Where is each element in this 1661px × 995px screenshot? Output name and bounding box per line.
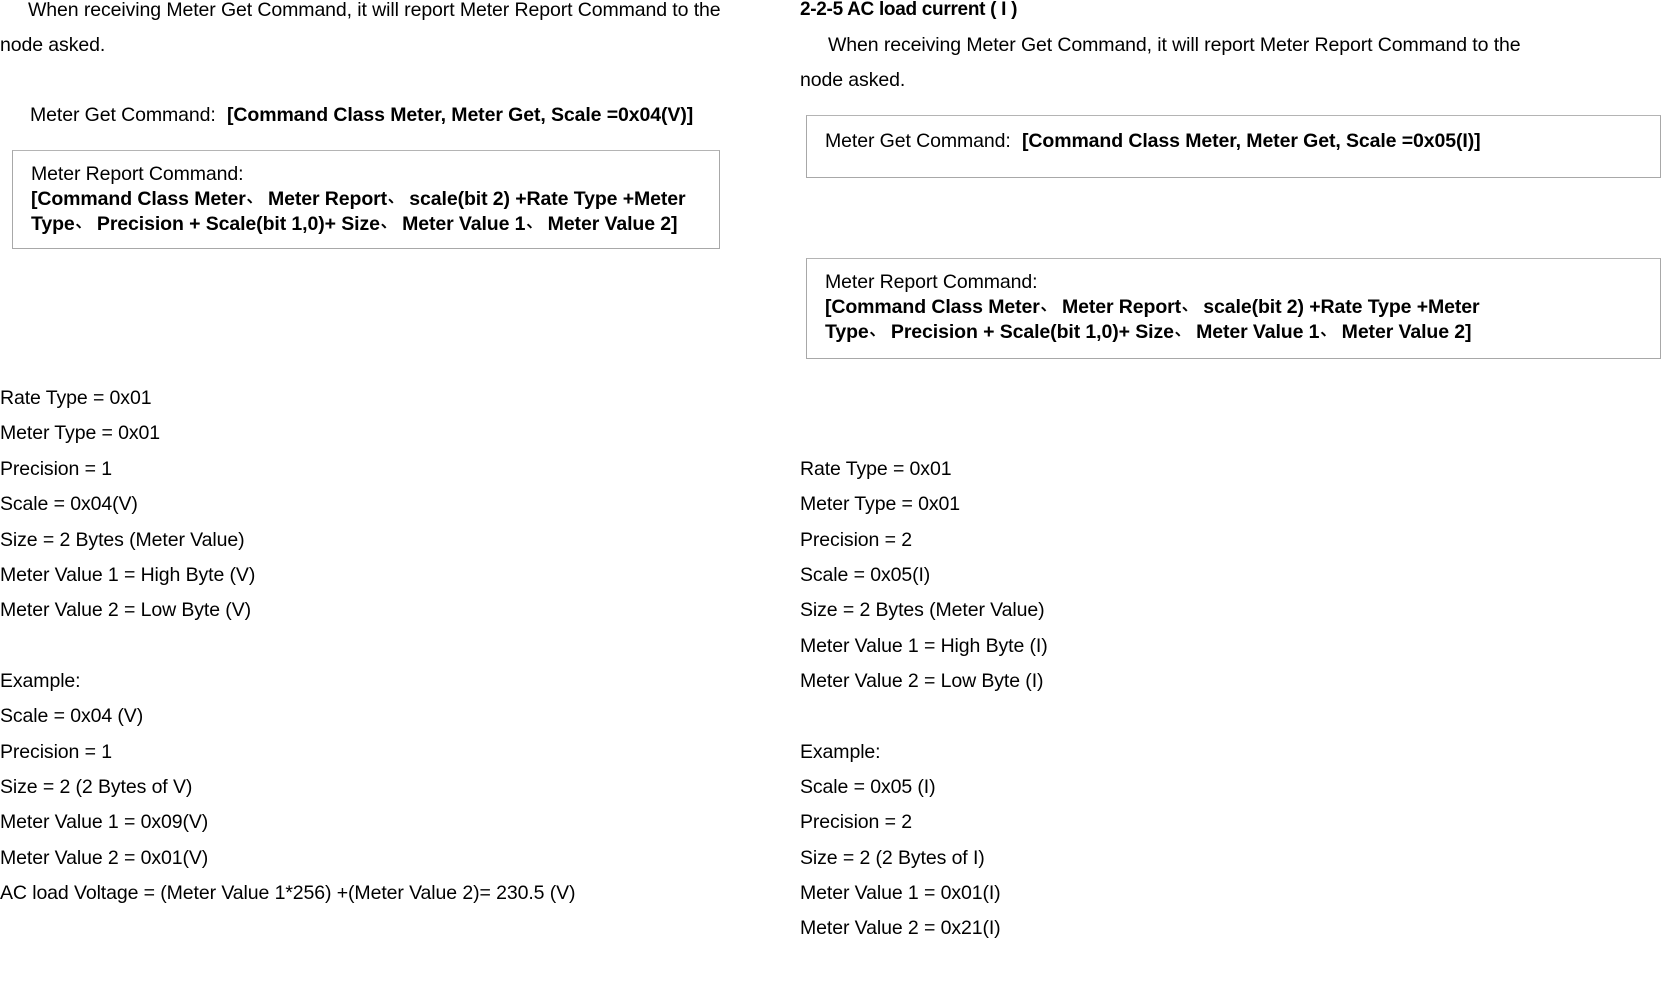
- right-param-0: Rate Type = 0x01: [800, 458, 952, 480]
- right-meter-get-box-text: Meter Get Command: [Command Class Meter,…: [825, 129, 1481, 154]
- right-meter-get-box: Meter Get Command: [Command Class Meter,…: [806, 115, 1661, 178]
- rmr-comma-2: 、: [1182, 295, 1197, 314]
- left-example-row-0: Scale = 0x04 (V): [0, 705, 144, 727]
- rmr-l1c: scale(bit 2) +Rate Type +Meter: [1203, 295, 1480, 318]
- right-example-row-1: Precision = 2: [800, 811, 912, 833]
- right-intro-line-2: node asked.: [800, 69, 906, 91]
- left-param-4: Size = 2 Bytes (Meter Value): [0, 529, 245, 551]
- lmr-comma-5: 、: [526, 213, 542, 231]
- right-example-row-3: Meter Value 1 = 0x01(I): [800, 882, 1001, 904]
- left-param-0: Rate Type = 0x01: [0, 387, 152, 409]
- left-example-result: AC load Voltage = (Meter Value 1*256) +(…: [0, 882, 576, 904]
- right-param-4: Size = 2 Bytes (Meter Value): [800, 599, 1045, 621]
- left-intro-line-1: When receiving Meter Get Command, it wil…: [28, 0, 721, 21]
- lmr-l2d: Meter Value 2]: [547, 213, 678, 235]
- rmr-l1b: Meter Report: [1061, 295, 1182, 318]
- right-example-row-0: Scale = 0x05 (I): [800, 776, 936, 798]
- rmr-comma-5: 、: [1320, 321, 1336, 339]
- rmr-comma-3: 、: [869, 321, 885, 339]
- right-param-3: Scale = 0x05(I): [800, 564, 931, 586]
- lmr-comma-2: 、: [388, 187, 403, 206]
- left-param-3: Scale = 0x04(V): [0, 493, 138, 515]
- left-meter-report-box: Meter Report Command: [Command Class Met…: [12, 150, 720, 249]
- rmr-comma-4: 、: [1174, 321, 1190, 339]
- left-intro-line-2: node asked.: [0, 34, 106, 56]
- left-meter-report-label: Meter Report Command:: [31, 163, 244, 185]
- rmr-l2a: Type: [825, 321, 869, 343]
- right-param-6: Meter Value 2 = Low Byte (I): [800, 670, 1044, 692]
- left-example-row-2: Size = 2 (2 Bytes of V): [0, 776, 193, 798]
- left-column: When receiving Meter Get Command, it wil…: [0, 0, 790, 995]
- right-param-1: Meter Type = 0x01: [800, 493, 960, 515]
- right-example-label: Example:: [800, 741, 881, 763]
- lmr-l1b: Meter Report: [267, 187, 388, 210]
- right-example-row-4: Meter Value 2 = 0x21(I): [800, 917, 1001, 939]
- left-meter-report-box-text: Meter Report Command: [Command Class Met…: [31, 162, 686, 238]
- left-param-1: Meter Type = 0x01: [0, 422, 160, 444]
- left-meter-get-label: Meter Get Command:: [30, 104, 216, 126]
- right-param-2: Precision = 2: [800, 529, 912, 551]
- left-example-row-4: Meter Value 2 = 0x01(V): [0, 847, 209, 869]
- left-param-2: Precision = 1: [0, 458, 112, 480]
- left-param-5: Meter Value 1 = High Byte (V): [0, 564, 256, 586]
- left-example-row-3: Meter Value 1 = 0x09(V): [0, 811, 209, 833]
- left-example-label: Example:: [0, 670, 81, 692]
- left-meter-report-command-line-2: Type、 Precision + Scale(bit 1,0)+ Size、 …: [31, 212, 686, 238]
- right-example-row-2: Size = 2 (2 Bytes of I): [800, 847, 985, 869]
- right-param-5: Meter Value 1 = High Byte (I): [800, 635, 1048, 657]
- right-meter-report-label: Meter Report Command:: [825, 271, 1038, 293]
- left-param-6: Meter Value 2 = Low Byte (V): [0, 599, 251, 621]
- lmr-comma-3: 、: [75, 213, 91, 231]
- right-meter-get-label: Meter Get Command:: [825, 130, 1011, 152]
- right-meter-report-box: Meter Report Command: [Command Class Met…: [806, 258, 1661, 359]
- left-meter-report-command-line-1: [Command Class Meter、 Meter Report、 scal…: [31, 187, 686, 213]
- document-page: When receiving Meter Get Command, it wil…: [0, 0, 1661, 995]
- lmr-l2c: Meter Value 1: [402, 213, 526, 235]
- lmr-comma-1: 、: [246, 187, 262, 206]
- rmr-l1a: [Command Class Meter: [825, 295, 1040, 318]
- right-intro-line-1: When receiving Meter Get Command, it wil…: [828, 34, 1521, 56]
- lmr-l2b: Precision + Scale(bit 1,0)+ Size: [96, 213, 380, 235]
- right-column: 2-2-5 AC load current ( I ) When receivi…: [800, 0, 1661, 995]
- right-meter-report-command-line-2: Type、 Precision + Scale(bit 1,0)+ Size、 …: [825, 320, 1480, 346]
- left-meter-get-command: [Command Class Meter, Meter Get, Scale =…: [227, 104, 694, 126]
- lmr-l2a: Type: [31, 213, 75, 235]
- rmr-comma-1: 、: [1040, 295, 1056, 314]
- left-meter-get-line: Meter Get Command: [Command Class Meter,…: [30, 103, 693, 127]
- rmr-l2d: Meter Value 2]: [1341, 321, 1472, 343]
- lmr-l1c: scale(bit 2) +Rate Type +Meter: [409, 187, 686, 210]
- right-meter-report-command-line-1: [Command Class Meter、 Meter Report、 scal…: [825, 295, 1480, 321]
- rmr-l2c: Meter Value 1: [1196, 321, 1320, 343]
- lmr-comma-4: 、: [380, 213, 396, 231]
- right-meter-get-command: [Command Class Meter, Meter Get, Scale =…: [1022, 130, 1481, 152]
- rmr-l2b: Precision + Scale(bit 1,0)+ Size: [890, 321, 1174, 343]
- right-section-heading: 2-2-5 AC load current ( I ): [800, 0, 1018, 20]
- right-meter-report-box-text: Meter Report Command: [Command Class Met…: [825, 270, 1480, 346]
- left-example-row-1: Precision = 1: [0, 741, 112, 763]
- lmr-l1a: [Command Class Meter: [31, 187, 246, 210]
